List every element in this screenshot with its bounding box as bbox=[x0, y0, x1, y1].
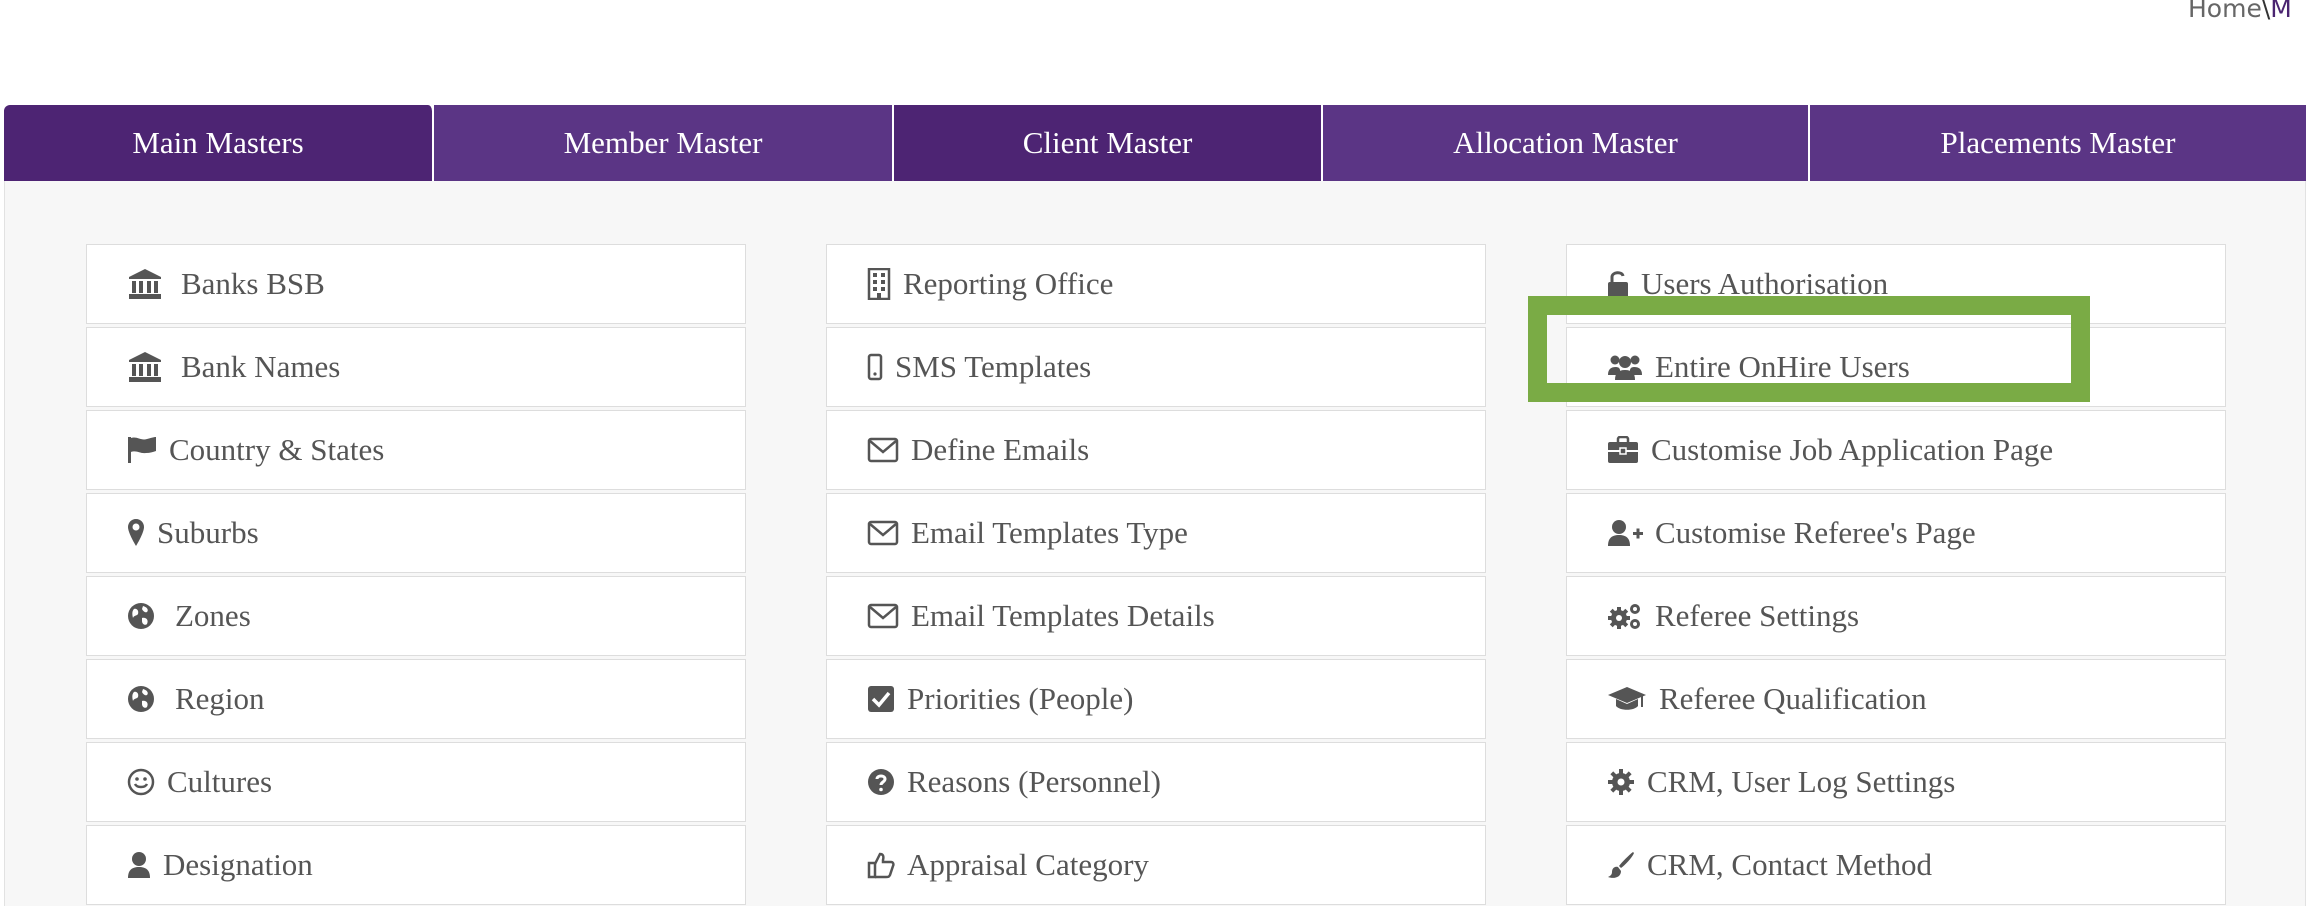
list-item-referee-settings[interactable]: Referee Settings bbox=[1566, 576, 2226, 656]
list-item-reporting-office[interactable]: Reporting Office bbox=[826, 244, 1486, 324]
tab-member-master[interactable]: Member Master bbox=[434, 105, 894, 181]
list-item-label: Customise Job Application Page bbox=[1651, 432, 2054, 467]
list-item-reasons-personnel[interactable]: Reasons (Personnel) bbox=[826, 742, 1486, 822]
user-icon bbox=[127, 851, 151, 879]
list-item-label: Customise Referee's Page bbox=[1655, 515, 1976, 550]
list-item-region[interactable]: Region bbox=[86, 659, 746, 739]
masters-column-1: Banks BSB Bank Names Country & States Su… bbox=[86, 244, 746, 906]
users-icon bbox=[1607, 353, 1643, 381]
list-item-cultures[interactable]: Cultures bbox=[86, 742, 746, 822]
list-item-label: Region bbox=[175, 681, 265, 716]
building-icon bbox=[867, 268, 891, 300]
list-item-email-templates-details[interactable]: Email Templates Details bbox=[826, 576, 1486, 656]
list-item-zones[interactable]: Zones bbox=[86, 576, 746, 656]
list-item-label: Referee Qualification bbox=[1659, 681, 1927, 716]
breadcrumb-current: M bbox=[2270, 0, 2292, 23]
list-item-label: Suburbs bbox=[157, 515, 259, 550]
list-item-email-templates-type[interactable]: Email Templates Type bbox=[826, 493, 1486, 573]
envelope-icon bbox=[867, 520, 899, 546]
list-item-label: Zones bbox=[175, 598, 251, 633]
list-item-appraisal-category[interactable]: Appraisal Category bbox=[826, 825, 1486, 905]
list-item-label: Entire OnHire Users bbox=[1655, 349, 1910, 384]
breadcrumb-separator: \ bbox=[2261, 0, 2271, 23]
list-item-label: Referee Settings bbox=[1655, 598, 1860, 633]
graduation-cap-icon bbox=[1607, 685, 1647, 713]
breadcrumb-home[interactable]: Home bbox=[2188, 0, 2262, 23]
list-item-referee-qualification[interactable]: Referee Qualification bbox=[1566, 659, 2226, 739]
user-plus-icon bbox=[1607, 519, 1643, 547]
paint-brush-icon bbox=[1607, 851, 1635, 879]
tab-placements-master[interactable]: Placements Master bbox=[1810, 105, 2306, 181]
list-item-designation[interactable]: Designation bbox=[86, 825, 746, 905]
list-item-users-authorisation[interactable]: Users Authorisation bbox=[1566, 244, 2226, 324]
masters-column-2: Reporting Office SMS Templates Define Em… bbox=[826, 244, 1486, 906]
list-item-label: Email Templates Details bbox=[911, 598, 1215, 633]
tab-allocation-master[interactable]: Allocation Master bbox=[1323, 105, 1810, 181]
tab-main-masters[interactable]: Main Masters bbox=[4, 105, 434, 181]
list-item-label: SMS Templates bbox=[895, 349, 1092, 384]
map-marker-icon bbox=[127, 518, 145, 548]
check-square-icon bbox=[867, 685, 895, 713]
cogs-icon bbox=[1607, 601, 1643, 631]
list-item-priorities-people[interactable]: Priorities (People) bbox=[826, 659, 1486, 739]
globe-icon bbox=[127, 602, 155, 630]
list-item-customise-job-application-page[interactable]: Customise Job Application Page bbox=[1566, 410, 2226, 490]
list-item-label: Priorities (People) bbox=[907, 681, 1134, 716]
masters-tab-bar: Main Masters Member Master Client Master… bbox=[4, 105, 2306, 181]
list-item-label: Email Templates Type bbox=[911, 515, 1188, 550]
breadcrumb: Home\M bbox=[2188, 0, 2292, 23]
cog-icon bbox=[1607, 768, 1635, 796]
mobile-icon bbox=[867, 353, 883, 381]
list-item-crm-contact-method[interactable]: CRM, Contact Method bbox=[1566, 825, 2226, 905]
tab-client-master[interactable]: Client Master bbox=[894, 105, 1323, 181]
envelope-icon bbox=[867, 437, 899, 463]
list-item-country-states[interactable]: Country & States bbox=[86, 410, 746, 490]
envelope-icon bbox=[867, 603, 899, 629]
list-item-label: Appraisal Category bbox=[907, 847, 1149, 882]
list-item-define-emails[interactable]: Define Emails bbox=[826, 410, 1486, 490]
list-item-bank-names[interactable]: Bank Names bbox=[86, 327, 746, 407]
smile-icon bbox=[127, 768, 155, 796]
list-item-banks-bsb[interactable]: Banks BSB bbox=[86, 244, 746, 324]
unlock-icon bbox=[1607, 269, 1629, 299]
list-item-suburbs[interactable]: Suburbs bbox=[86, 493, 746, 573]
list-item-sms-templates[interactable]: SMS Templates bbox=[826, 327, 1486, 407]
globe-icon bbox=[127, 685, 155, 713]
list-item-crm-user-log-settings[interactable]: CRM, User Log Settings bbox=[1566, 742, 2226, 822]
bank-icon bbox=[127, 268, 163, 300]
list-item-entire-onhire-users[interactable]: Entire OnHire Users bbox=[1566, 327, 2226, 407]
list-item-label: Define Emails bbox=[911, 432, 1090, 467]
list-item-label: Country & States bbox=[169, 432, 385, 467]
bank-icon bbox=[127, 351, 163, 383]
list-item-label: Cultures bbox=[167, 764, 273, 799]
list-item-label: Banks BSB bbox=[181, 266, 325, 301]
flag-icon bbox=[127, 435, 157, 465]
list-item-label: CRM, User Log Settings bbox=[1647, 764, 1956, 799]
list-item-label: CRM, Contact Method bbox=[1647, 847, 1933, 882]
masters-column-3: Users Authorisation Entire OnHire Users … bbox=[1566, 244, 2226, 906]
list-item-label: Reporting Office bbox=[903, 266, 1114, 301]
list-item-label: Reasons (Personnel) bbox=[907, 764, 1161, 799]
thumbs-up-icon bbox=[867, 851, 895, 879]
question-circle-icon bbox=[867, 768, 895, 796]
list-item-label: Users Authorisation bbox=[1641, 266, 1889, 301]
briefcase-icon bbox=[1607, 436, 1639, 464]
list-item-customise-referees-page[interactable]: Customise Referee's Page bbox=[1566, 493, 2226, 573]
list-item-label: Bank Names bbox=[181, 349, 341, 384]
list-item-label: Designation bbox=[163, 847, 313, 882]
